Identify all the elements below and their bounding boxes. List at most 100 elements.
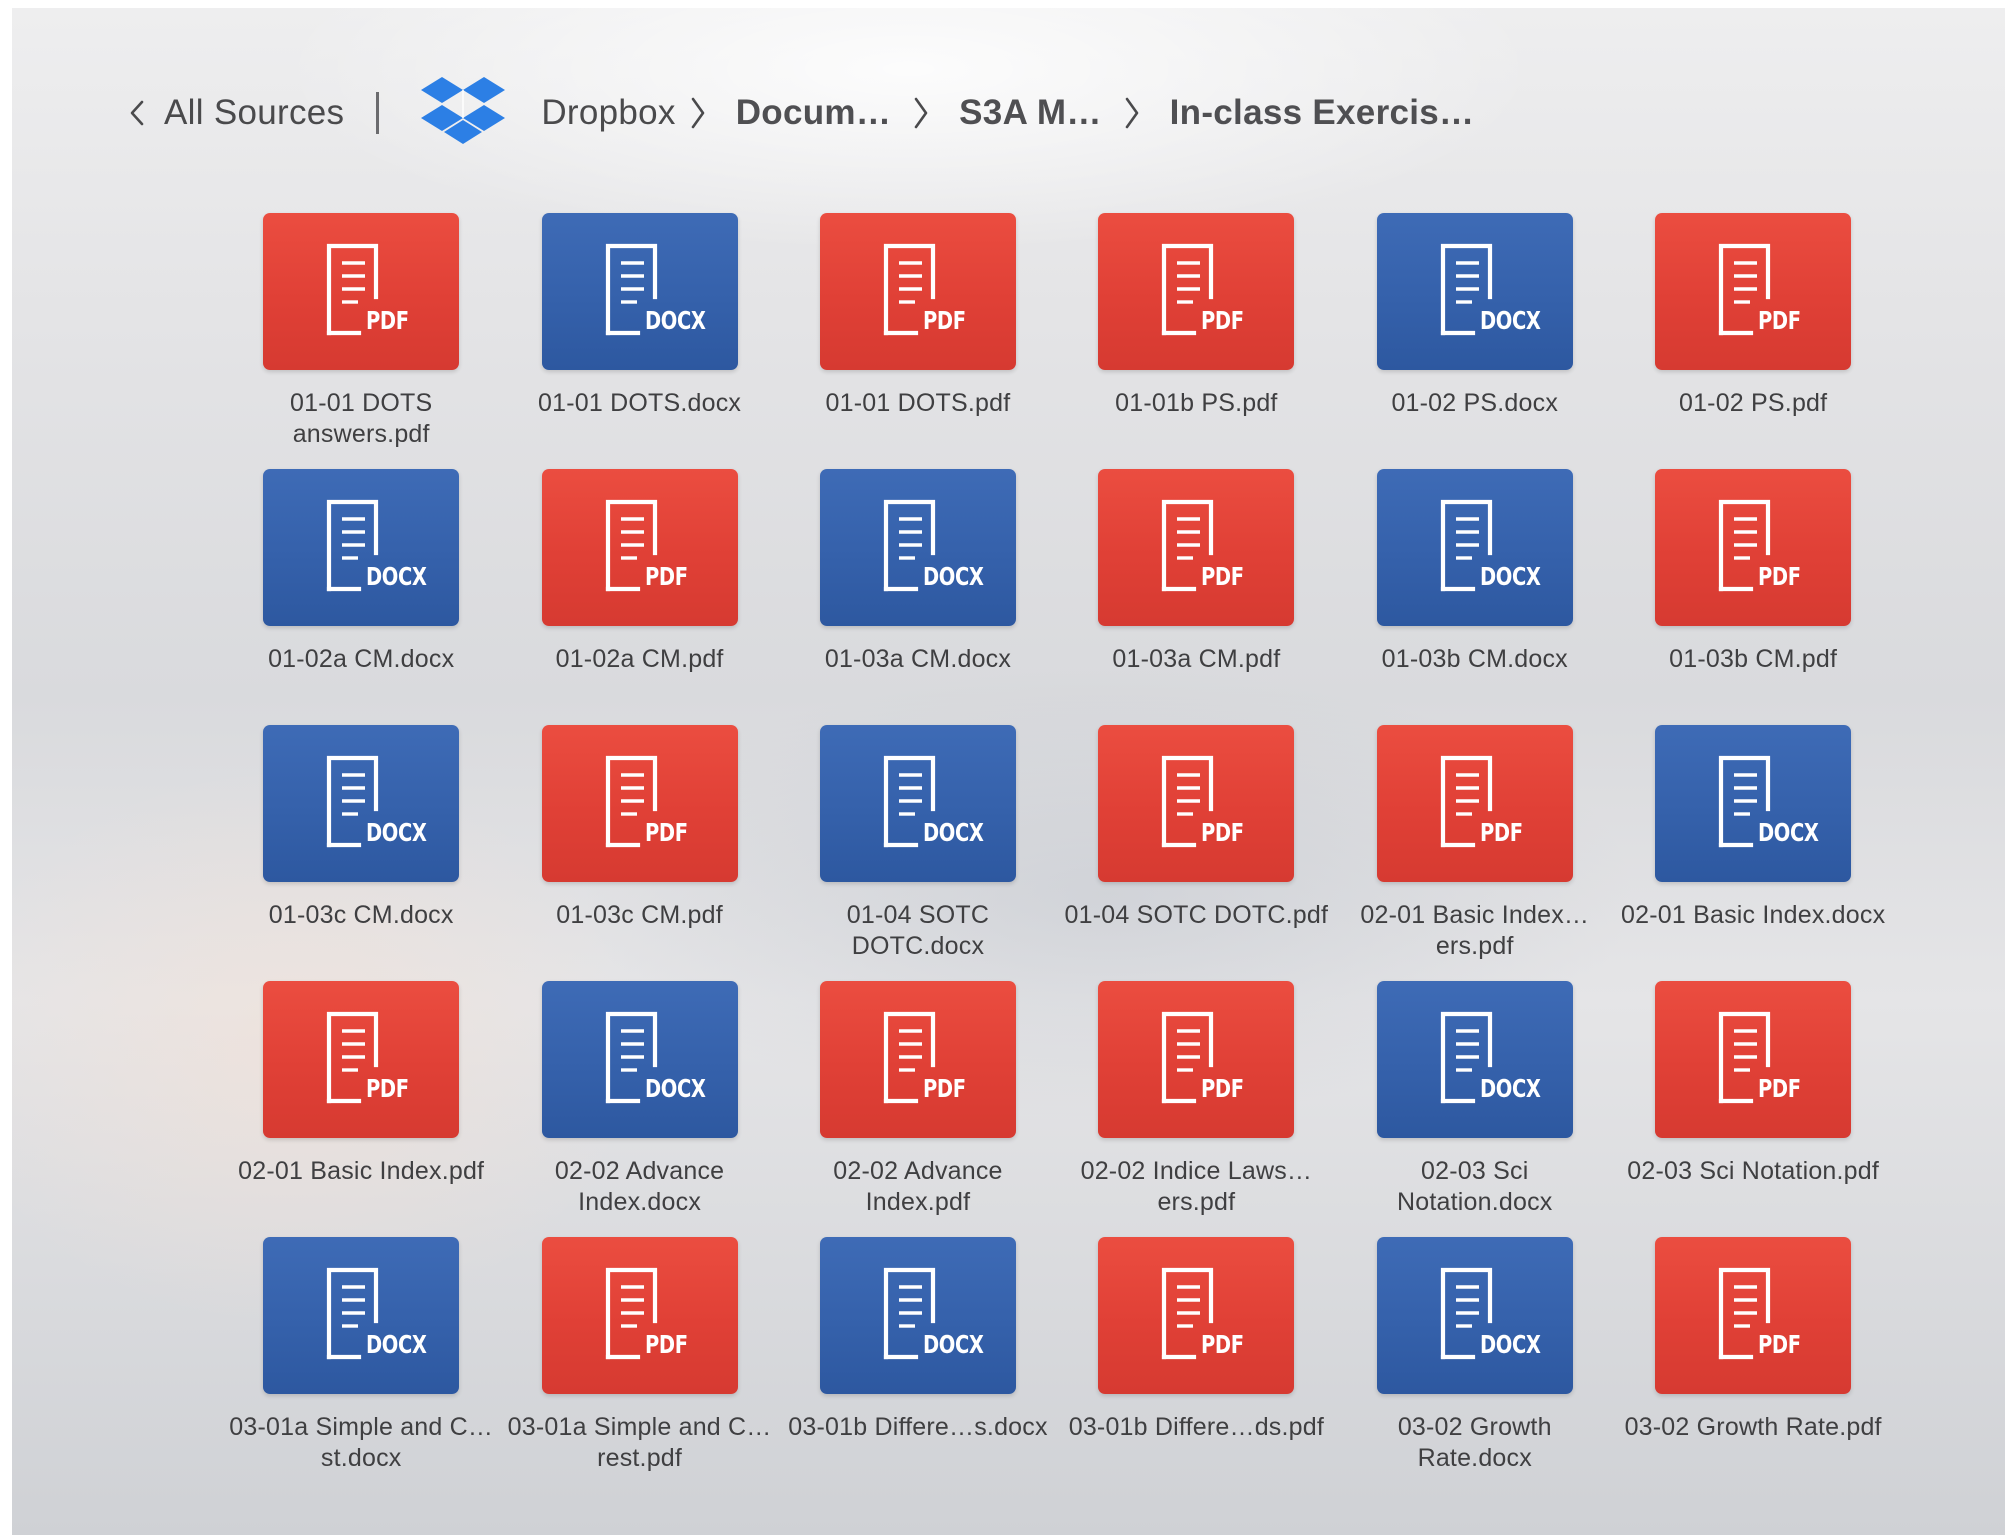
document-icon: [605, 1267, 657, 1360]
file-name: 02-02 Indice Laws…ers.pdf: [1080, 1157, 1313, 1216]
pdf-file-icon: PDF: [1098, 469, 1295, 626]
file-name: 01-02a CM.docx: [268, 645, 455, 673]
document-icon: [605, 755, 657, 848]
pdf-file-icon: PDF: [819, 213, 1016, 370]
file-tile[interactable]: PDF 02-01 Basic Index.pdf: [222, 981, 500, 1237]
file-type-badge: PDF: [922, 1074, 966, 1103]
file-name: 03-01b Differe…s.docx: [788, 1413, 1048, 1441]
file-name: 03-02 Growth Rate.docx: [1397, 1413, 1552, 1472]
docx-file-icon: DOCX: [1376, 469, 1573, 626]
pdf-file-icon: PDF: [1655, 213, 1852, 370]
document-icon: [1440, 1011, 1492, 1104]
file-tile[interactable]: PDF 02-02 Indice Laws…ers.pdf: [1057, 981, 1335, 1237]
file-tile[interactable]: PDF 02-01 Basic Index…ers.pdf: [1336, 725, 1614, 981]
document-icon: [1719, 1267, 1771, 1360]
file-type-badge: PDF: [1479, 818, 1523, 847]
pdf-file-icon: PDF: [1655, 469, 1852, 626]
document-icon: [1440, 1267, 1492, 1360]
document-icon: [1162, 1267, 1214, 1360]
pdf-file-icon: PDF: [541, 725, 738, 882]
docx-file-icon: DOCX: [263, 725, 460, 882]
document-icon: [1162, 243, 1214, 336]
pdf-file-icon: PDF: [263, 213, 460, 370]
breadcrumb-root-dropbox[interactable]: Dropbox: [541, 93, 675, 133]
file-name: 02-03 Sci Notation.docx: [1397, 1157, 1553, 1216]
file-type-badge: PDF: [1201, 1330, 1244, 1359]
file-type-badge: DOCX: [644, 306, 706, 335]
document-icon: [1719, 499, 1771, 592]
document-icon: [1162, 755, 1214, 848]
file-type-badge: DOCX: [922, 562, 984, 591]
file-tile[interactable]: DOCX 01-02a CM.docx: [222, 469, 500, 725]
file-type-badge: PDF: [1758, 1330, 1801, 1359]
docx-file-icon: DOCX: [819, 725, 1016, 882]
document-icon: [605, 243, 657, 336]
file-tile[interactable]: PDF 01-03b CM.pdf: [1614, 469, 1892, 725]
file-name: 02-01 Basic Index.docx: [1621, 901, 1886, 929]
file-tile[interactable]: DOCX 01-04 SOTC DOTC.docx: [779, 725, 1057, 981]
docx-file-icon: DOCX: [263, 1237, 460, 1394]
file-name: 01-01 DOTS.pdf: [825, 389, 1011, 417]
pdf-file-icon: PDF: [1098, 1237, 1295, 1394]
back-label: All Sources: [164, 93, 345, 132]
document-icon: [1719, 243, 1771, 336]
file-tile[interactable]: DOCX 01-02 PS.docx: [1336, 213, 1614, 469]
file-tile[interactable]: DOCX 02-03 Sci Notation.docx: [1336, 981, 1614, 1237]
file-type-badge: DOCX: [1479, 306, 1541, 335]
file-name: 02-02 Advance Index.pdf: [833, 1157, 1003, 1216]
file-tile[interactable]: DOCX 01-03b CM.docx: [1336, 469, 1614, 725]
file-type-badge: PDF: [1201, 818, 1244, 847]
file-tile[interactable]: PDF 02-02 Advance Index.pdf: [779, 981, 1057, 1237]
document-icon: [883, 755, 936, 848]
back-to-all-sources-button[interactable]: All Sources: [128, 93, 344, 133]
file-tile[interactable]: DOCX 02-02 Advance Index.docx: [500, 981, 778, 1237]
docx-file-icon: DOCX: [263, 469, 460, 626]
breadcrumb-item-current-folder[interactable]: In-class Exercis…: [1170, 93, 1475, 133]
file-tile[interactable]: PDF 01-03c CM.pdf: [500, 725, 778, 981]
file-tile[interactable]: DOCX 02-01 Basic Index.docx: [1614, 725, 1892, 981]
file-tile[interactable]: DOCX 01-03c CM.docx: [222, 725, 500, 981]
file-tile[interactable]: DOCX 01-03a CM.docx: [779, 469, 1057, 725]
file-tile[interactable]: DOCX 03-01b Differe…s.docx: [779, 1237, 1057, 1493]
chevron-right-icon: [1125, 97, 1138, 129]
document-icon: [883, 499, 936, 592]
file-tile[interactable]: PDF 01-01 DOTS.pdf: [779, 213, 1057, 469]
file-name: 02-02 Advance Index.docx: [554, 1157, 725, 1216]
file-tile[interactable]: PDF 03-01b Differe…ds.pdf: [1057, 1237, 1335, 1493]
pdf-file-icon: PDF: [1655, 1237, 1852, 1394]
file-tile[interactable]: PDF 01-01b PS.pdf: [1057, 213, 1335, 469]
file-name: 01-01b PS.pdf: [1115, 389, 1278, 417]
pdf-file-icon: PDF: [1098, 213, 1295, 370]
file-grid: PDF 01-01 DOTS answers.pdf DOCX 01-01 DOTS.…: [222, 213, 1892, 1493]
file-tile[interactable]: PDF 03-01a Simple and C…rest.pdf: [500, 1237, 778, 1493]
file-tile[interactable]: PDF 03-02 Growth Rate.pdf: [1614, 1237, 1892, 1493]
file-tile[interactable]: PDF 01-04 SOTC DOTC.pdf: [1057, 725, 1335, 981]
file-tile[interactable]: PDF 02-03 Sci Notation.pdf: [1614, 981, 1892, 1237]
file-tile[interactable]: DOCX 01-01 DOTS.docx: [500, 213, 778, 469]
file-tile[interactable]: DOCX 03-02 Growth Rate.docx: [1336, 1237, 1614, 1493]
file-name: 01-02 PS.docx: [1391, 389, 1559, 417]
breadcrumb-item-s3a[interactable]: S3A M…: [959, 93, 1101, 133]
document-icon: [327, 755, 379, 848]
file-type-badge: PDF: [366, 306, 409, 335]
file-name: 01-04 SOTC DOTC.pdf: [1064, 901, 1329, 929]
file-name: 01-02 PS.pdf: [1678, 389, 1828, 417]
file-type-badge: PDF: [1201, 306, 1244, 335]
pdf-file-icon: PDF: [1098, 725, 1295, 882]
file-name: 01-02a CM.pdf: [555, 645, 724, 673]
document-icon: [883, 1011, 936, 1104]
file-tile[interactable]: PDF 01-02a CM.pdf: [500, 469, 778, 725]
file-tile[interactable]: PDF 01-03a CM.pdf: [1057, 469, 1335, 725]
document-icon: [605, 499, 657, 592]
breadcrumb-item-documents[interactable]: Docum…: [736, 93, 891, 133]
document-icon: [1719, 1011, 1771, 1104]
file-tile[interactable]: DOCX 03-01a Simple and C…st.docx: [222, 1237, 500, 1493]
file-tile[interactable]: PDF 01-02 PS.pdf: [1614, 213, 1892, 469]
file-tile[interactable]: PDF 01-01 DOTS answers.pdf: [222, 213, 500, 469]
chevron-right-icon: [914, 97, 928, 129]
chevron-right-icon: [691, 97, 705, 129]
pdf-file-icon: PDF: [1098, 981, 1295, 1138]
file-name: 02-01 Basic Index…ers.pdf: [1360, 901, 1590, 960]
docx-file-icon: DOCX: [1376, 213, 1573, 370]
file-type-badge: DOCX: [644, 1074, 706, 1103]
